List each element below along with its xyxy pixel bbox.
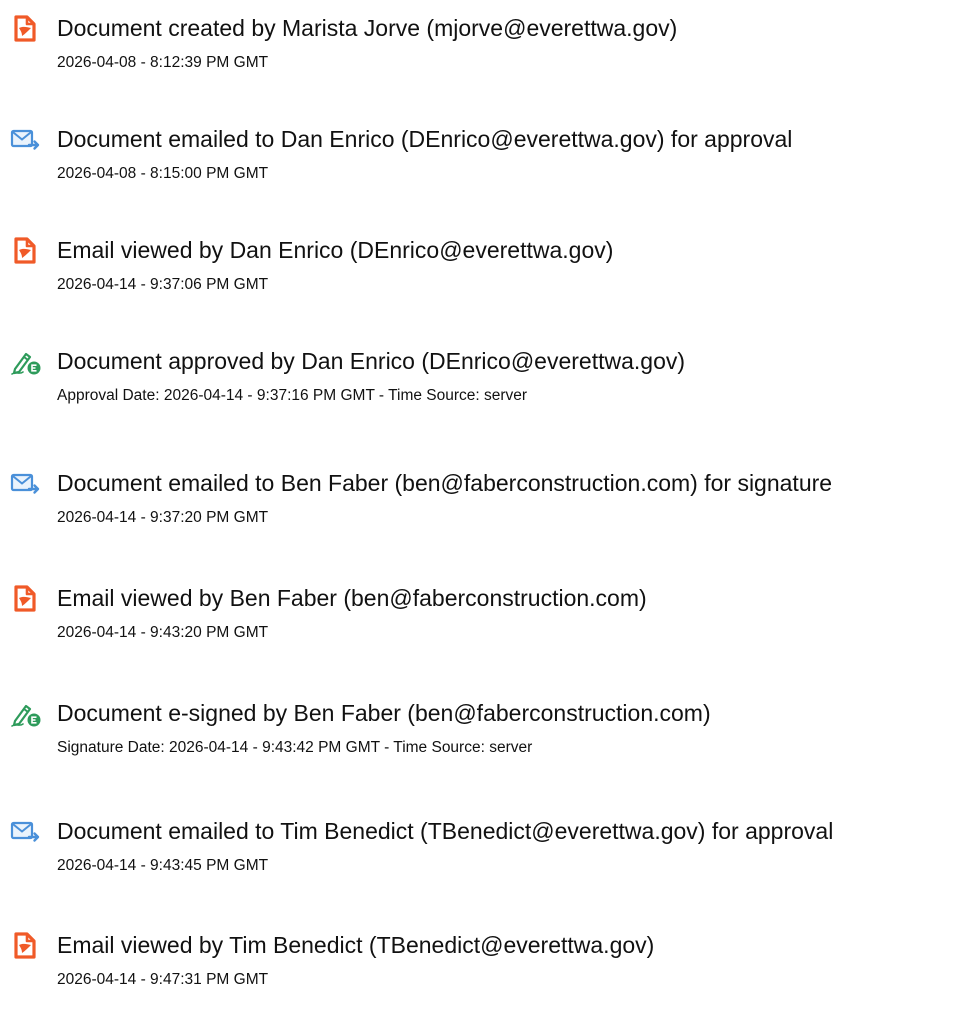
email-sent-icon: [10, 470, 42, 498]
email-sent-icon: [10, 126, 42, 154]
audit-entry: Document emailed to Ben Faber (ben@faber…: [0, 469, 958, 569]
audit-entry-timestamp: 2026-04-08 - 8:12:39 PM GMT: [57, 54, 269, 71]
audit-entry-timestamp: 2026-04-14 - 9:47:31 PM GMT: [57, 971, 269, 988]
audit-entry-title: Document created by Marista Jorve (mjorv…: [57, 15, 678, 41]
audit-entry: Document emailed to Tim Benedict (TBened…: [0, 817, 958, 917]
audit-entry-title: Document emailed to Dan Enrico (DEnrico@…: [57, 126, 793, 152]
audit-entry-timestamp: 2026-04-14 - 9:37:06 PM GMT: [57, 276, 269, 293]
document-viewed-icon: [10, 932, 42, 960]
audit-entry-title: Document emailed to Tim Benedict (TBened…: [57, 818, 834, 844]
audit-entry-timestamp: 2026-04-14 - 9:43:45 PM GMT: [57, 857, 269, 874]
audit-entry: Document e-signed by Ben Faber (ben@fabe…: [0, 699, 958, 799]
audit-entry: Email viewed by Dan Enrico (DEnrico@ever…: [0, 236, 958, 336]
audit-entry-title: Email viewed by Ben Faber (ben@fabercons…: [57, 585, 647, 611]
pen-signed-icon: [10, 700, 42, 728]
document-viewed-icon: [10, 237, 42, 265]
audit-entry-title: Email viewed by Tim Benedict (TBenedict@…: [57, 932, 655, 958]
email-sent-icon: [10, 818, 42, 846]
audit-entry: Document emailed to Dan Enrico (DEnrico@…: [0, 125, 958, 225]
document-created-icon: [10, 15, 42, 43]
audit-entry-title: Document approved by Dan Enrico (DEnrico…: [57, 348, 686, 374]
document-viewed-icon: [10, 585, 42, 613]
audit-entry-timestamp: 2026-04-14 - 9:43:20 PM GMT: [57, 624, 269, 641]
audit-entry-timestamp: Approval Date: 2026-04-14 - 9:37:16 PM G…: [57, 387, 528, 404]
audit-entry: Email viewed by Tim Benedict (TBenedict@…: [0, 931, 958, 1031]
audit-entry-title: Document emailed to Ben Faber (ben@faber…: [57, 470, 833, 496]
audit-entry-timestamp: Signature Date: 2026-04-14 - 9:43:42 PM …: [57, 739, 533, 756]
audit-entry-title: Email viewed by Dan Enrico (DEnrico@ever…: [57, 237, 614, 263]
pen-approved-icon: [10, 348, 42, 376]
audit-entry: Email viewed by Ben Faber (ben@fabercons…: [0, 584, 958, 684]
audit-entry: Document created by Marista Jorve (mjorv…: [0, 14, 958, 114]
audit-entry-title: Document e-signed by Ben Faber (ben@fabe…: [57, 700, 711, 726]
audit-entry-timestamp: 2026-04-08 - 8:15:00 PM GMT: [57, 165, 269, 182]
audit-entry-timestamp: 2026-04-14 - 9:37:20 PM GMT: [57, 509, 269, 526]
audit-entry: Document approved by Dan Enrico (DEnrico…: [0, 347, 958, 447]
